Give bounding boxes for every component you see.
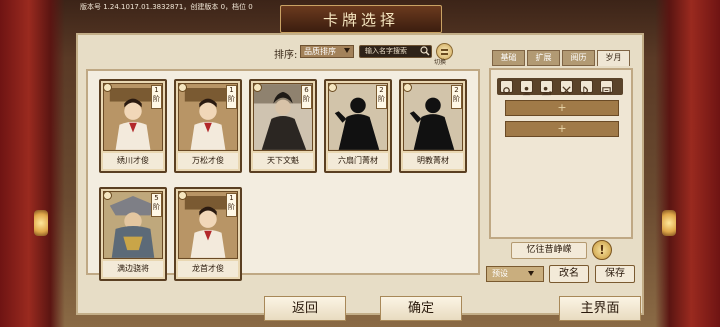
preset-select[interactable]: 预设: [486, 266, 544, 282]
version-text: 版本号 1.24.1017.01.3832871，创建版本 0，档位 0: [80, 3, 253, 11]
main-menu-button[interactable]: 主界面: [559, 296, 641, 321]
warning-icon[interactable]: !: [592, 240, 612, 260]
card-type-icon: [103, 83, 112, 92]
card-item[interactable]: 1 阶绣川才俊: [99, 79, 167, 173]
card-level: 1: [229, 194, 234, 202]
card-name: 六扇门菁材: [328, 153, 388, 169]
card-level-badge: 1阶: [151, 85, 162, 109]
card-name: 绣川才俊: [103, 153, 163, 169]
gear-icon[interactable]: [500, 80, 513, 94]
person-alt-icon[interactable]: [540, 80, 553, 96]
card-level-badge: 2阶: [376, 85, 387, 109]
card-name: 龙首才俊: [178, 261, 238, 277]
toggle-label: 切换: [434, 59, 447, 66]
card-level-badge: 6阶: [301, 85, 312, 109]
card-level-unit: 阶: [153, 95, 160, 103]
card-type-icon: [103, 191, 112, 200]
card-item[interactable]: 1 阶龙首才俊: [174, 187, 242, 281]
card-level-unit: 阶: [153, 203, 160, 211]
card-item[interactable]: 5 阶满边骁将: [99, 187, 167, 281]
card-level-unit: 阶: [303, 95, 310, 103]
confirm-button[interactable]: 确定: [380, 296, 462, 321]
tab-years[interactable]: 岁月: [597, 50, 630, 66]
card-type-icon: [178, 191, 187, 200]
card-level-badge: 1阶: [226, 85, 237, 109]
card-name: 满边骁将: [103, 261, 163, 277]
left-lantern: [34, 210, 48, 236]
swords-icon[interactable]: [560, 80, 573, 95]
card-type-icon: [328, 83, 337, 92]
card-level: 5: [154, 194, 159, 202]
card-level-unit: 阶: [228, 203, 235, 211]
card-name: 明教菁材: [403, 153, 463, 169]
scroll-icon[interactable]: [600, 80, 613, 94]
card-level: 1: [229, 86, 234, 94]
memory-button[interactable]: 忆往昔峥嵘: [511, 242, 587, 259]
chevron-down-icon: [528, 271, 534, 276]
card-item[interactable]: 2 阶六扇门菁材: [324, 79, 392, 173]
card-level-badge: 1阶: [226, 193, 237, 217]
right-lantern: [662, 210, 676, 236]
tab-extended[interactable]: 扩展: [527, 50, 560, 66]
card-level-badge: 2阶: [451, 85, 462, 109]
chevron-down-icon: [344, 48, 350, 53]
card-item[interactable]: 2 阶明教菁材: [399, 79, 467, 173]
title-banner: 卡牌选择: [280, 5, 442, 33]
card-type-icon: [178, 83, 187, 92]
card-level-unit: 阶: [453, 95, 460, 103]
save-button[interactable]: 保存: [595, 265, 635, 283]
card-type-icon: [403, 83, 412, 92]
bow-icon[interactable]: [580, 80, 593, 95]
back-button[interactable]: 返回: [264, 296, 346, 321]
card-level-unit: 阶: [378, 95, 385, 103]
card-level: 6: [304, 86, 309, 94]
search-icon[interactable]: [420, 46, 430, 56]
card-type-icon: [253, 83, 262, 92]
card-level-badge: 5阶: [151, 193, 162, 217]
rename-button[interactable]: 改名: [549, 265, 589, 283]
equip-slot[interactable]: +: [505, 100, 619, 116]
card-name: 天下文魁: [253, 153, 313, 169]
card-item[interactable]: 6 阶天下文魁: [249, 79, 317, 173]
card-level-unit: 阶: [228, 95, 235, 103]
card-level: 2: [454, 86, 459, 94]
sort-label: 排序:: [274, 50, 298, 61]
tab-basic[interactable]: 基础: [492, 50, 525, 66]
equip-slot[interactable]: +: [505, 121, 619, 137]
page-title: 卡牌选择: [322, 10, 399, 29]
card-item[interactable]: 1 阶万松才俊: [174, 79, 242, 173]
card-level: 1: [154, 86, 159, 94]
card-level: 2: [379, 86, 384, 94]
card-name: 万松才俊: [178, 153, 238, 169]
person-icon[interactable]: [520, 80, 533, 96]
tab-experience[interactable]: 阅历: [562, 50, 595, 66]
